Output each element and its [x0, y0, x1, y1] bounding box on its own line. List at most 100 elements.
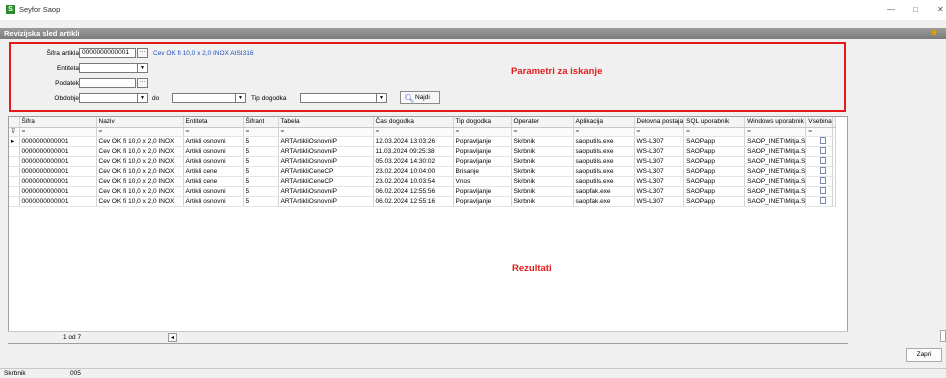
column-header[interactable]: Aplikacija: [573, 117, 635, 128]
column-filter-cell[interactable]: =: [278, 127, 374, 137]
do-label: do: [152, 95, 160, 102]
column-header[interactable]: Vsebina: [805, 117, 833, 128]
table-row[interactable]: 0000000000001 Cev OK fi 10,0 x 2,0 INOX Ar…: [9, 186, 836, 197]
obdobje-to-select[interactable]: [172, 93, 236, 103]
table-cell: ARTArtikliOsnovniP: [278, 146, 374, 157]
column-header[interactable]: Čas dogodka: [373, 117, 454, 128]
table-cell: 5: [243, 156, 279, 167]
table-cell: 0000000000001: [19, 136, 97, 147]
form-title: Revizijska sled artikli: [4, 29, 80, 38]
row-selector[interactable]: [9, 146, 20, 157]
obdobje-to-dropdown-icon[interactable]: ▼: [236, 93, 246, 103]
tip-dogodka-select[interactable]: [300, 93, 377, 103]
maximize-icon[interactable]: □: [913, 5, 918, 14]
column-header[interactable]: Delovna postaja: [634, 117, 685, 128]
podatek-lookup-button[interactable]: ···: [137, 78, 148, 88]
sifra-label: Šifra artikla: [46, 50, 79, 57]
table-row[interactable]: 0000000000001 Cev OK fi 10,0 x 2,0 INOX Ar…: [9, 176, 836, 187]
column-filter-cell[interactable]: =: [243, 127, 279, 137]
obdobje-from-select[interactable]: [79, 93, 138, 103]
table-cell: Brisanje: [453, 166, 512, 177]
close-window-icon[interactable]: ✕: [937, 5, 944, 14]
column-header[interactable]: Windows uporabnik: [744, 117, 807, 128]
row-spacer: [832, 186, 836, 197]
table-row[interactable]: 0000000000001 Cev OK fi 10,0 x 2,0 INOX Ar…: [9, 156, 836, 167]
column-filter-cell[interactable]: =: [453, 127, 512, 137]
title-bar: S Seyfor Saop — □ ✕: [0, 0, 946, 20]
column-filter-cell[interactable]: =: [805, 127, 833, 137]
document-icon[interactable]: [805, 166, 833, 177]
column-filter-cell[interactable]: =: [573, 127, 635, 137]
column-filter-cell[interactable]: =: [634, 127, 685, 137]
table-cell: SAOPapp: [683, 166, 746, 177]
entiteta-dropdown-icon[interactable]: ▼: [138, 63, 148, 73]
table-cell: 5: [243, 146, 279, 157]
column-filter-cell[interactable]: =: [683, 127, 746, 137]
najdi-button[interactable]: 🔍︎ Najdi: [400, 91, 440, 104]
document-icon[interactable]: [805, 196, 833, 207]
row-selector[interactable]: [9, 176, 20, 187]
column-filter-cell[interactable]: =: [19, 127, 97, 137]
column-header[interactable]: SQL uporabnik: [683, 117, 746, 128]
row-selector[interactable]: [9, 196, 20, 207]
table-cell: Artikli cene: [183, 166, 244, 177]
column-header[interactable]: Entiteta: [183, 117, 244, 128]
close-button[interactable]: Zapri: [906, 348, 942, 362]
document-icon[interactable]: [805, 146, 833, 157]
scroll-left-icon[interactable]: ◂: [168, 333, 177, 342]
najdi-label: Najdi: [415, 94, 430, 101]
table-cell: SAOP_INET\Mitja.S: [744, 166, 807, 177]
favorite-star-icon[interactable]: ★: [929, 26, 939, 39]
table-cell: SAOP_INET\Mitja.S: [744, 136, 807, 147]
column-filter-cell[interactable]: =: [96, 127, 184, 137]
column-header[interactable]: Šifra: [19, 117, 97, 128]
table-row[interactable]: ▸ 0000000000001 Cev OK fi 10,0 x 2,0 INOX A…: [9, 136, 836, 147]
document-icon[interactable]: [805, 186, 833, 197]
row-selector[interactable]: [9, 186, 20, 197]
podatek-input[interactable]: [79, 78, 136, 88]
scroll-right-handle[interactable]: [940, 330, 946, 342]
column-header[interactable]: Tabela: [278, 117, 374, 128]
table-cell: ARTArtikliOsnovniP: [278, 196, 374, 207]
column-header[interactable]: Operater: [511, 117, 574, 128]
column-filter-cell[interactable]: =: [183, 127, 244, 137]
row-selector[interactable]: [9, 156, 20, 167]
column-header[interactable]: Šifrant: [243, 117, 279, 128]
table-cell: saoputils.exe: [573, 176, 635, 187]
document-icon[interactable]: [805, 176, 833, 187]
row-selector[interactable]: [9, 166, 20, 177]
table-cell: Artikli osnovni: [183, 146, 244, 157]
entiteta-label: Entiteta: [56, 65, 79, 72]
form-title-bar: Revizijska sled artikli: [0, 28, 946, 39]
sifra-input[interactable]: 0000000000001: [79, 48, 136, 58]
entiteta-select[interactable]: [79, 63, 138, 73]
document-icon[interactable]: [805, 136, 833, 147]
column-header[interactable]: Naziv: [96, 117, 184, 128]
table-row[interactable]: 0000000000001 Cev OK fi 10,0 x 2,0 INOX Ar…: [9, 196, 836, 207]
table-cell: 0000000000001: [19, 156, 97, 167]
table-cell: SAOP_INET\Mitja.S: [744, 146, 807, 157]
table-cell: WS-L307: [634, 186, 685, 197]
header-spacer: [832, 117, 836, 128]
filter-icon[interactable]: ⊽: [9, 127, 20, 137]
grid-filter-row[interactable]: ⊽ = = = = = = = = = = = = =: [9, 127, 836, 137]
table-cell: ARTArtikliCeneCP: [278, 166, 374, 177]
sifra-lookup-button[interactable]: ···: [137, 48, 148, 58]
row-spacer: [832, 166, 836, 177]
column-filter-cell[interactable]: =: [373, 127, 454, 137]
column-header[interactable]: Tip dogodka: [453, 117, 512, 128]
tip-dogodka-dropdown-icon[interactable]: ▼: [377, 93, 387, 103]
minimize-icon[interactable]: —: [887, 5, 895, 14]
obdobje-from-dropdown-icon[interactable]: ▼: [138, 93, 148, 103]
table-cell: WS-L307: [634, 156, 685, 167]
results-table: Šifra Naziv Entiteta Šifrant Tabela Čas dogod…: [9, 117, 836, 207]
column-filter-cell[interactable]: =: [744, 127, 807, 137]
table-row[interactable]: 0000000000001 Cev OK fi 10,0 x 2,0 INOX Ar…: [9, 166, 836, 177]
table-cell: Cev OK fi 10,0 x 2,0 INOX: [96, 166, 184, 177]
table-cell: saoputils.exe: [573, 146, 635, 157]
table-row[interactable]: 0000000000001 Cev OK fi 10,0 x 2,0 INOX Ar…: [9, 146, 836, 157]
current-row-indicator[interactable]: ▸: [9, 136, 20, 147]
table-cell: Skrbnik: [511, 196, 574, 207]
column-filter-cell[interactable]: =: [511, 127, 574, 137]
document-icon[interactable]: [805, 156, 833, 167]
